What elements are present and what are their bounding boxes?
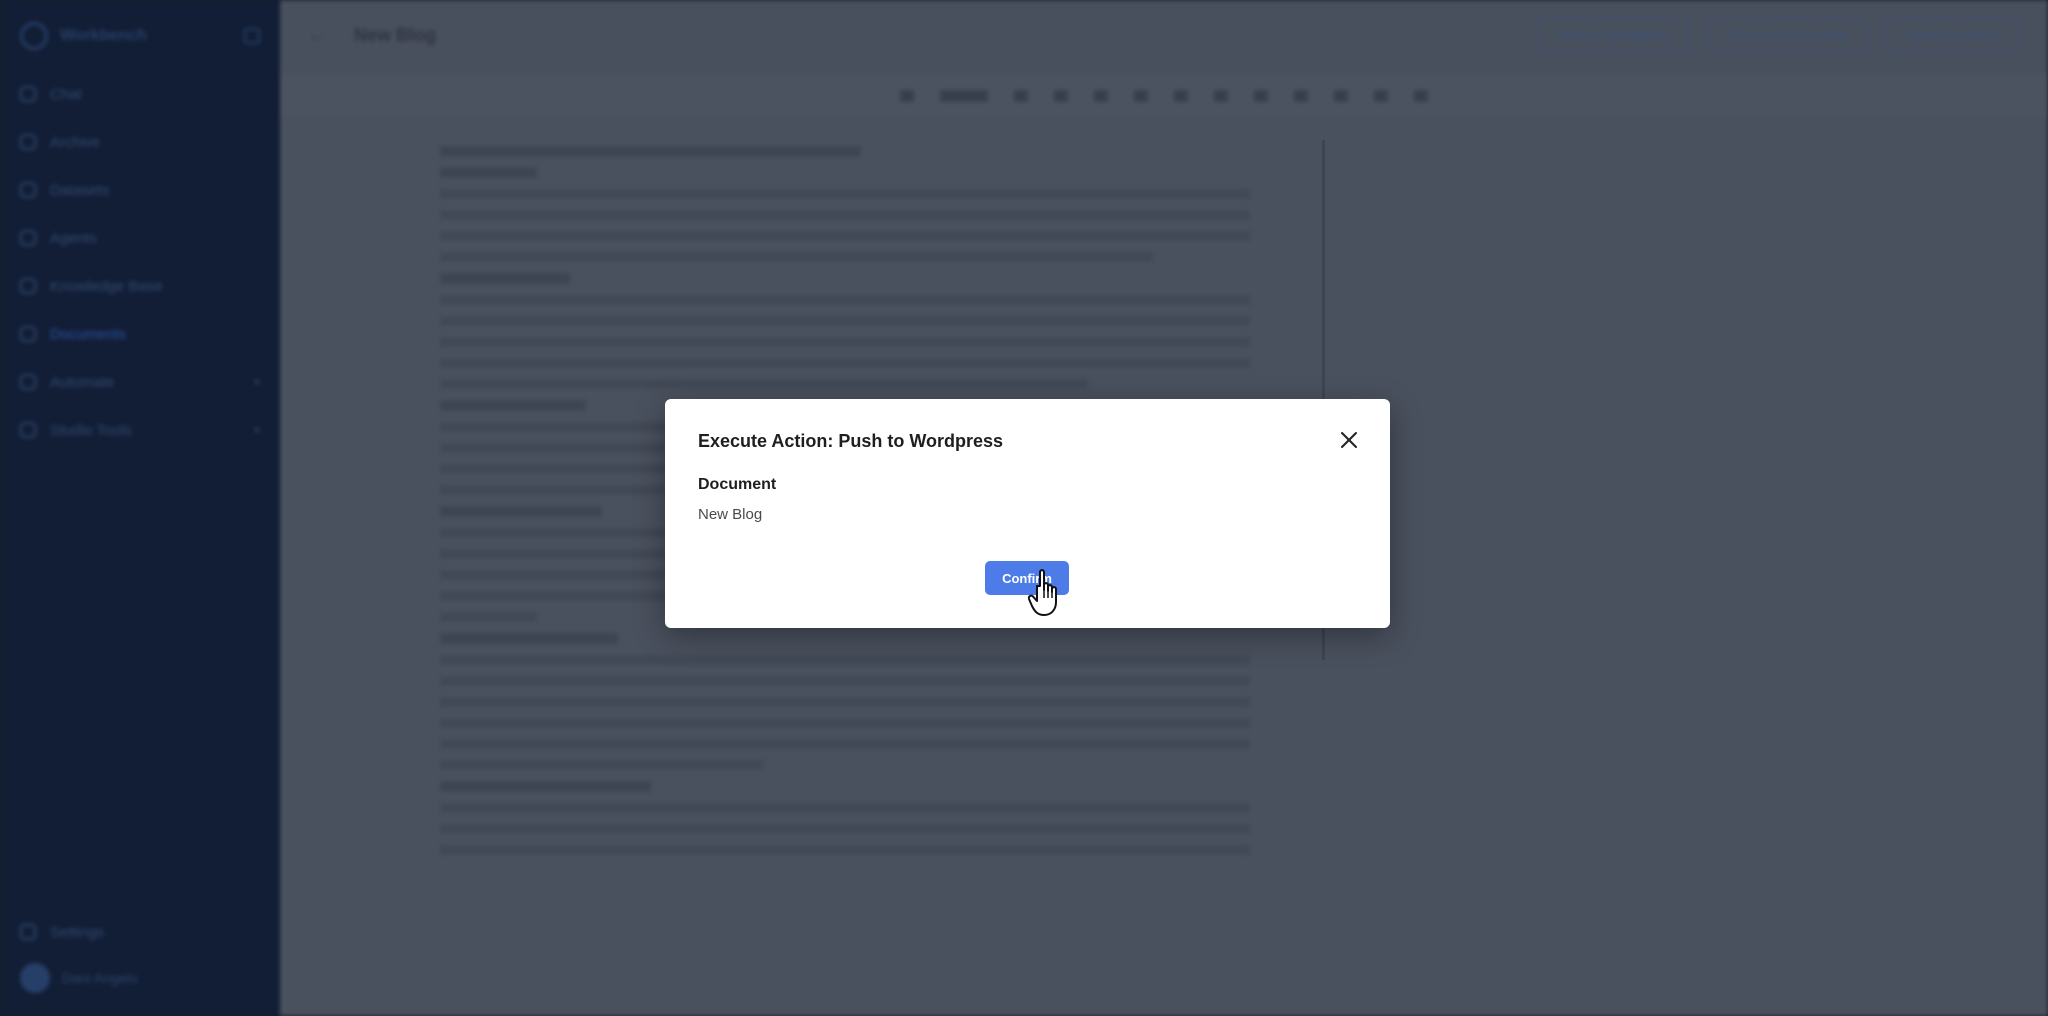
close-icon	[1341, 432, 1357, 448]
document-field-label: Document	[698, 476, 777, 493]
hand-pointer-icon	[1028, 569, 1057, 616]
close-button[interactable]	[1338, 429, 1360, 451]
document-field-value: New Blog	[698, 506, 763, 523]
dialog-title: Execute Action: Push to Wordpress	[698, 431, 1004, 451]
